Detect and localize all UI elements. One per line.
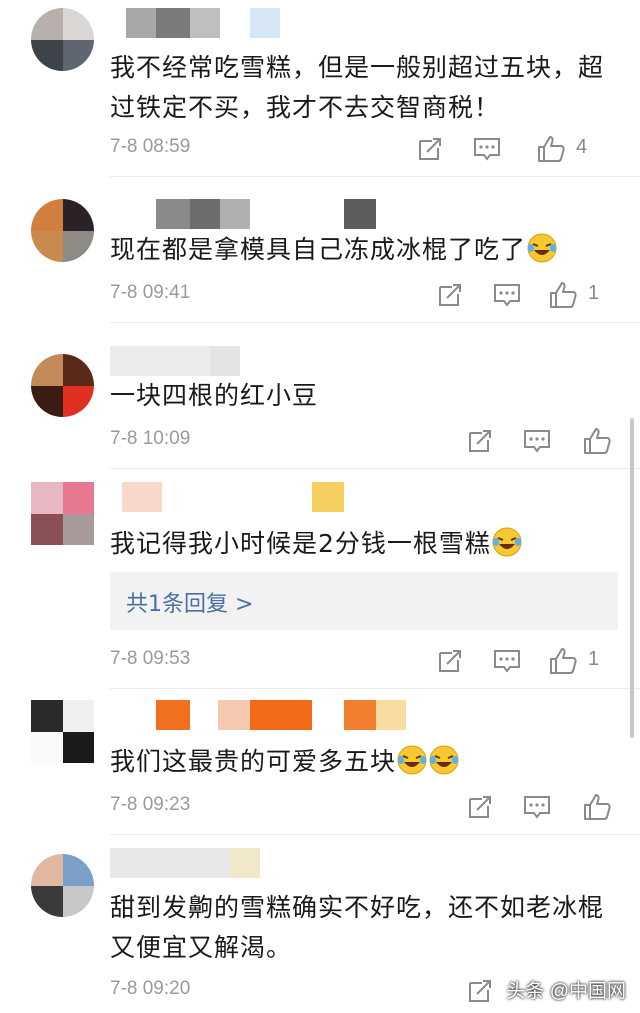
scrollbar[interactable] <box>630 418 634 738</box>
comment-text: 我不经常吃雪糕，但是一般别超过五块，超过铁定不买，我才不去交智商税！ <box>110 53 605 122</box>
divider <box>110 688 640 689</box>
comment-text: 我记得我小时候是2分钱一根雪糕 <box>110 524 610 564</box>
laugh-cry-emoji-icon <box>397 745 427 775</box>
watermark: 头条 @中国网 <box>506 981 626 1002</box>
username-redacted[interactable] <box>110 482 400 512</box>
share-icon[interactable] <box>436 280 464 310</box>
comment-feed: 我不经常吃雪糕，但是一般别超过五块，超过铁定不买，我才不去交智商税！ 7-8 0… <box>0 0 640 1013</box>
divider <box>110 468 640 469</box>
share-icon[interactable] <box>416 134 444 164</box>
avatar[interactable] <box>31 199 94 262</box>
comment-text-content: 我们这最贵的可爱多五块 <box>110 747 397 776</box>
avatar[interactable] <box>31 854 94 917</box>
comment-actions: 4 <box>416 134 616 164</box>
comment-time: 7-8 08:59 <box>110 136 191 157</box>
comment-time: 7-8 09:23 <box>110 794 191 815</box>
share-icon[interactable] <box>466 976 494 1006</box>
comment-icon[interactable] <box>522 792 552 822</box>
share-icon[interactable] <box>466 792 494 822</box>
comment-icon[interactable] <box>522 426 552 456</box>
username-redacted[interactable] <box>110 346 400 376</box>
comment-time: 7-8 10:09 <box>110 428 191 449</box>
avatar[interactable] <box>31 354 94 417</box>
comment-time: 7-8 09:20 <box>110 978 191 999</box>
comment-time: 7-8 09:53 <box>110 648 191 669</box>
username-redacted[interactable] <box>110 199 400 229</box>
comment-actions: 1 <box>436 280 616 310</box>
avatar[interactable] <box>31 700 94 763</box>
comment-text: 现在都是拿模具自己冻成冰棍了吃了 <box>110 230 610 270</box>
laugh-cry-emoji-icon <box>527 233 557 263</box>
comment-icon[interactable] <box>472 134 502 164</box>
comment-text: 一块四根的红小豆 <box>110 381 319 410</box>
laugh-cry-emoji-icon <box>429 745 459 775</box>
comment-actions <box>466 792 616 822</box>
divider <box>110 322 640 323</box>
comment-time: 7-8 09:41 <box>110 282 191 303</box>
comment-icon[interactable] <box>492 280 522 310</box>
reply-count-label: 共1条回复 > <box>126 592 254 617</box>
divider <box>110 176 640 177</box>
like-count: 1 <box>588 282 600 304</box>
avatar[interactable] <box>31 482 94 545</box>
username-redacted[interactable] <box>110 700 406 730</box>
like-icon[interactable] <box>536 134 566 164</box>
comment-icon[interactable] <box>492 646 522 676</box>
share-icon[interactable] <box>436 646 464 676</box>
comment-text: 甜到发齁的雪糕确实不好吃，还不如老冰棍又便宜又解渴。 <box>110 893 605 962</box>
reply-thread-button[interactable]: 共1条回复 > <box>110 572 618 630</box>
comment-actions: 1 <box>436 646 616 676</box>
avatar[interactable] <box>31 8 94 71</box>
share-icon[interactable] <box>466 426 494 456</box>
like-icon[interactable] <box>548 646 578 676</box>
like-count: 4 <box>576 136 588 158</box>
like-icon[interactable] <box>548 280 578 310</box>
like-count: 1 <box>588 648 600 670</box>
divider <box>110 834 640 835</box>
comment-actions <box>466 426 616 456</box>
laugh-cry-emoji-icon <box>492 527 522 557</box>
comment-text-content: 我记得我小时候是2分钱一根雪糕 <box>110 529 491 558</box>
username-redacted[interactable] <box>110 848 400 878</box>
like-icon[interactable] <box>582 426 612 456</box>
comment-text-content: 现在都是拿模具自己冻成冰棍了吃了 <box>110 235 527 264</box>
like-icon[interactable] <box>582 792 612 822</box>
comment-text: 我们这最贵的可爱多五块 <box>110 742 610 782</box>
username-redacted[interactable] <box>110 8 400 38</box>
